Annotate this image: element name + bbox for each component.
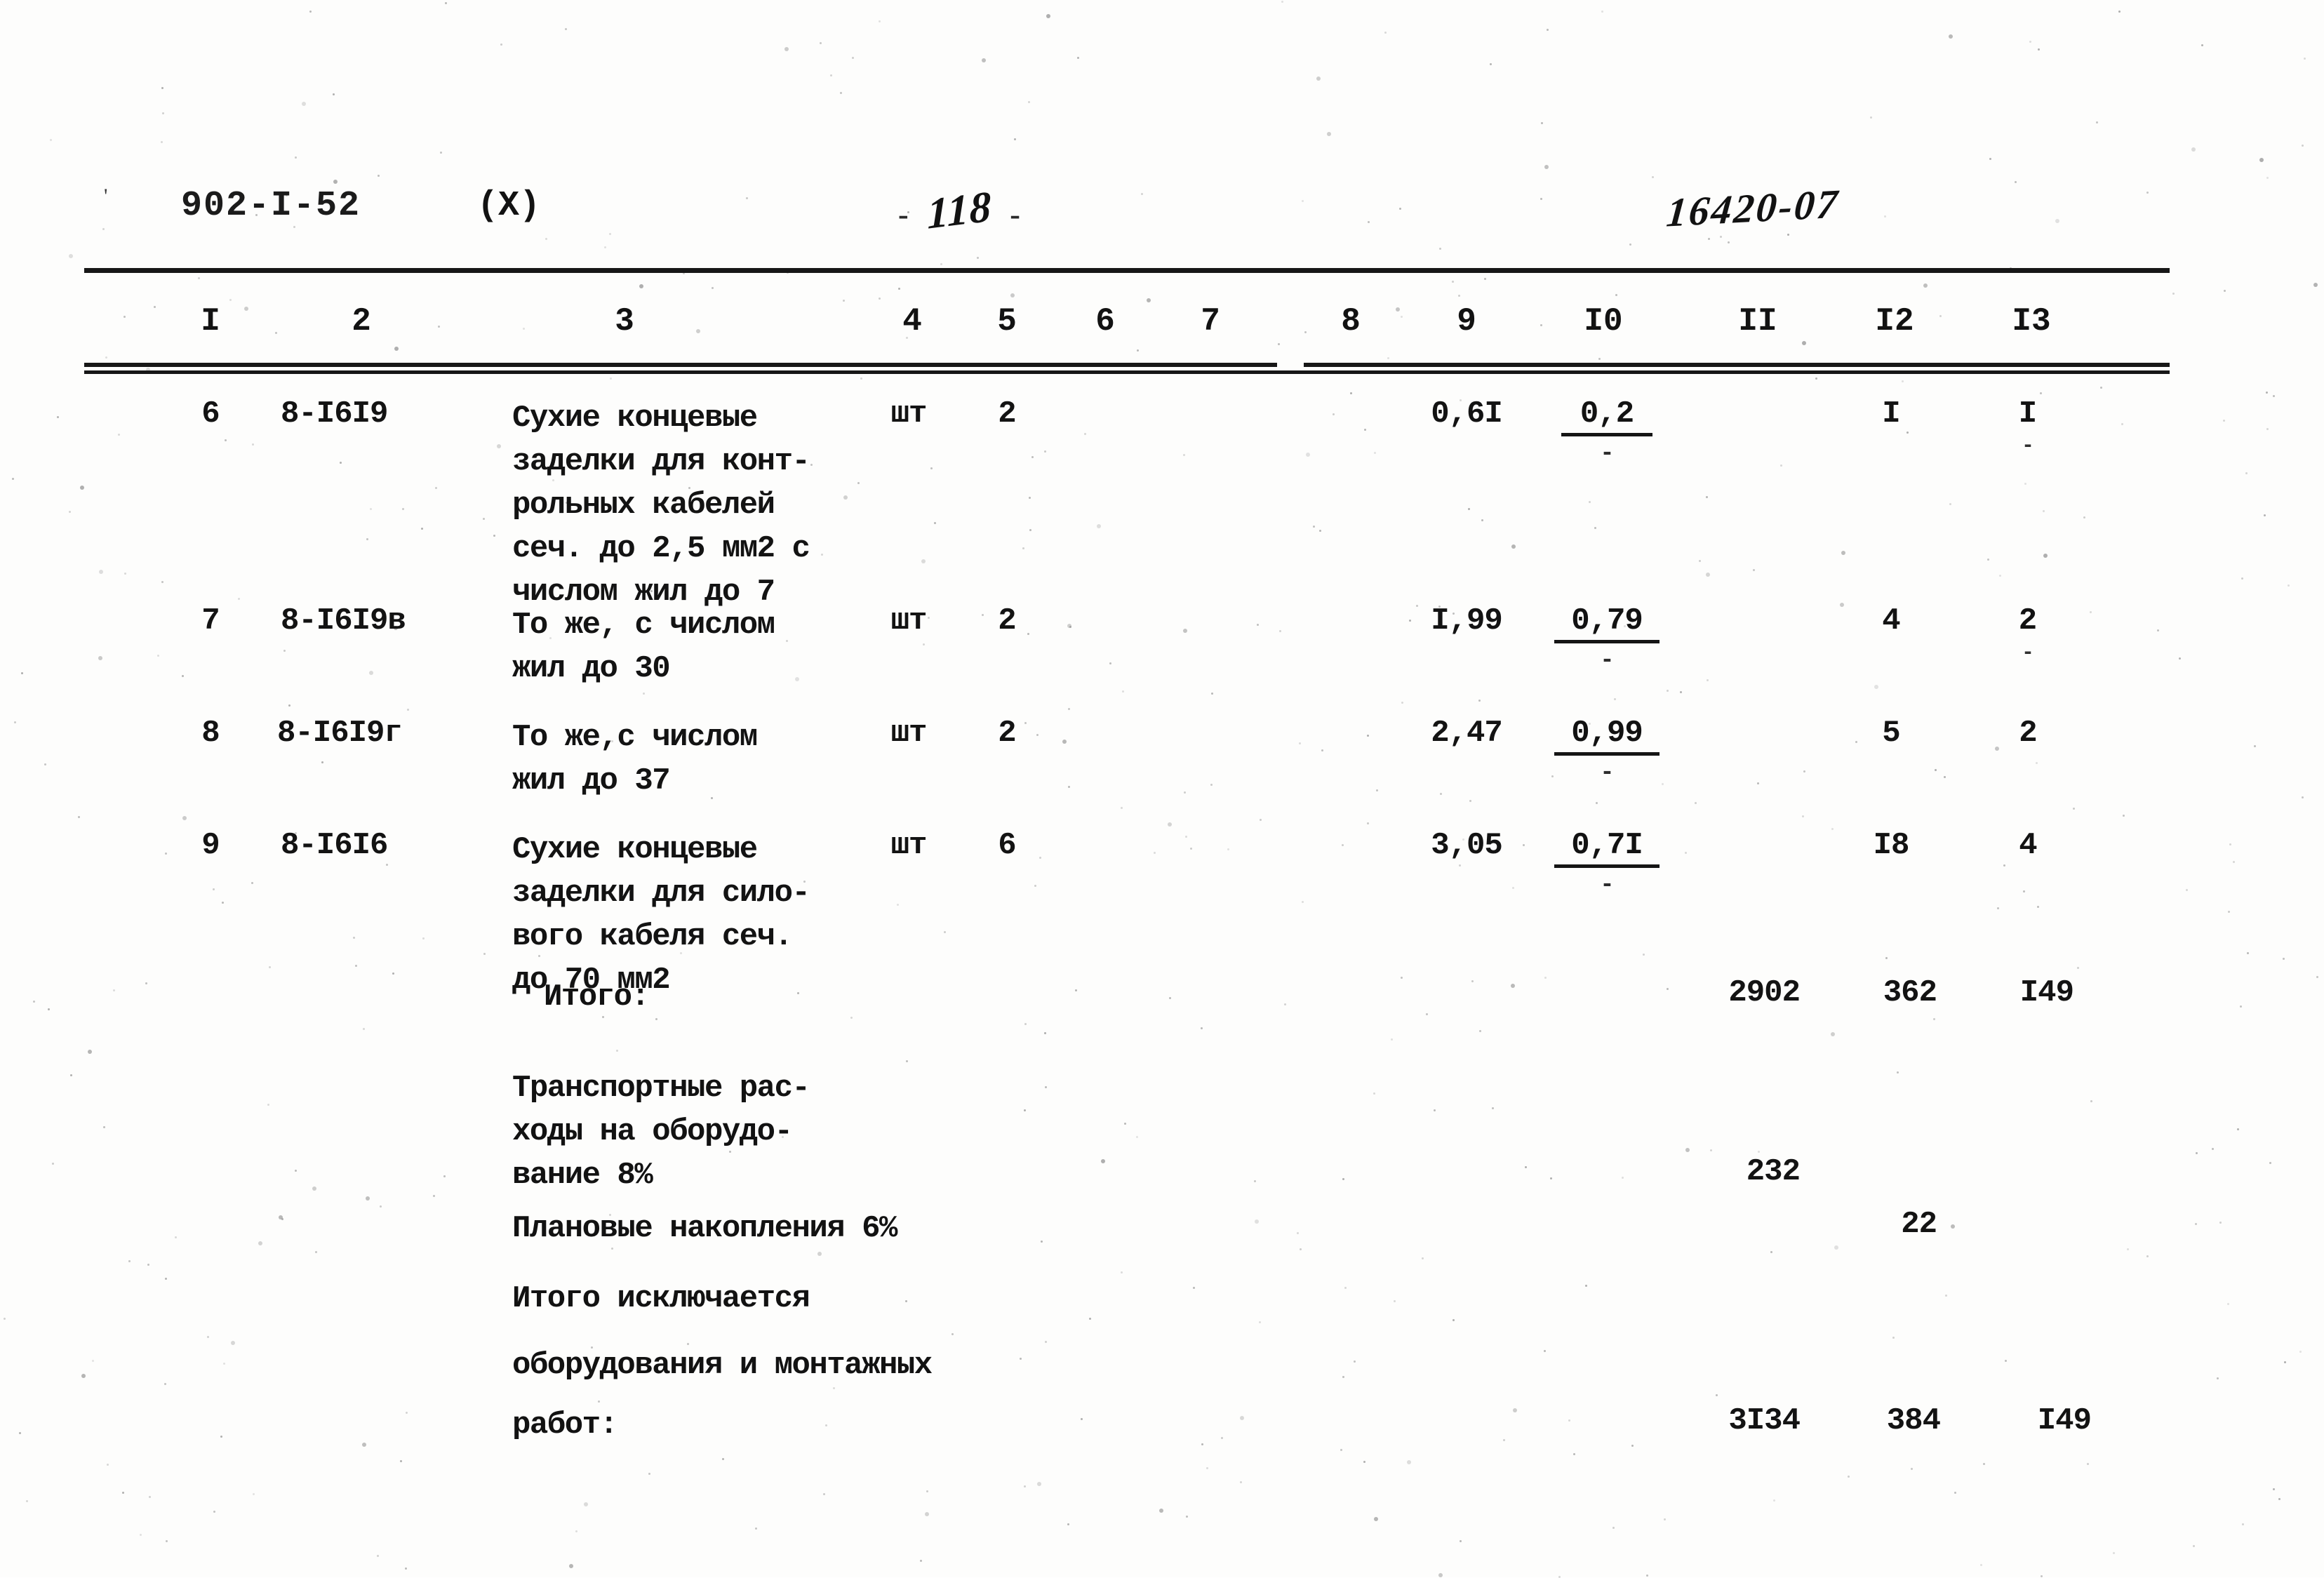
column-header-8: 8: [1341, 303, 1361, 340]
cell-value-denominator: -: [1600, 648, 1614, 674]
sheet-number: 16420-07: [1664, 180, 1842, 236]
table-row: 7: [201, 603, 220, 638]
summary-value-total-11: 2902: [1728, 975, 1801, 1010]
column-header-5: 5: [997, 303, 1017, 340]
table-row: 2: [2019, 716, 2037, 751]
table-row: 2 -: [1989, 603, 2066, 665]
table-row: 9: [201, 828, 220, 863]
cell-value-denominator: -: [2021, 434, 2034, 458]
cell-value-numerator: 0,79: [1554, 603, 1659, 643]
table-top-rule: [84, 268, 2170, 273]
table-row: 8: [201, 716, 220, 751]
table-row: 4: [1882, 603, 1900, 638]
column-header-9: 9: [1457, 303, 1476, 340]
table-row: I: [1882, 396, 1900, 432]
page-header: ' 902-I-52 (X) - 118 - 16420-07: [0, 179, 2324, 256]
table-row: I,99: [1431, 603, 1503, 638]
summary-label-excluded: Итого исключается: [512, 1281, 810, 1316]
column-header-12: I2: [1875, 303, 1914, 340]
page-number: 118: [926, 182, 992, 239]
column-header-2: 2: [352, 303, 371, 340]
summary-label-transport: Транспортные рас- ходы на оборудо- вание…: [512, 1071, 810, 1193]
column-header-6: 6: [1095, 303, 1115, 340]
table-row: То же,с числом жил до 37: [512, 720, 758, 798]
summary-label-works: работ:: [512, 1408, 618, 1443]
table-row: То же, с числом жил до 30: [512, 608, 775, 686]
table-row: 2: [998, 716, 1016, 751]
document-code: 902-I-52: [181, 186, 361, 226]
page-dash-left: -: [898, 197, 909, 232]
table-row: 6: [998, 828, 1016, 863]
cell-value-numerator: 0,7I: [1554, 828, 1659, 868]
table-row: 0,7I -: [1554, 828, 1659, 899]
header-rule-right: [1304, 363, 2170, 367]
header-rule-under: [84, 370, 2170, 374]
column-header-4: 4: [902, 303, 922, 340]
summary-label-planned: Плановые накопления 6%: [512, 1211, 897, 1246]
table-row: 4: [2019, 828, 2037, 863]
table-row: 2: [998, 396, 1016, 432]
table-row: 0,6I: [1431, 396, 1503, 432]
summary-value-total-12: 362: [1883, 975, 1937, 1010]
table-row: 2,47: [1431, 716, 1503, 751]
table-row: шт: [890, 716, 928, 751]
summary-label-equipment: оборудования и монтажных: [512, 1348, 933, 1383]
cell-value-numerator: I: [2018, 396, 2038, 432]
summary-value-works-13: I49: [2037, 1403, 2092, 1438]
table-row: 2: [998, 603, 1016, 638]
table-row: 8-I6I9: [281, 396, 388, 432]
table-row: I8: [1873, 828, 1910, 863]
summary-value-works-11: 3I34: [1728, 1403, 1801, 1438]
summary-label-total: Итого:: [544, 979, 650, 1015]
column-header-11: II: [1738, 303, 1777, 340]
table-row: 8-I6I9г: [277, 716, 403, 751]
page-number-group: - 118 -: [898, 182, 1221, 239]
cell-value-numerator: 2: [2018, 603, 2038, 638]
table-row: шт: [890, 828, 928, 863]
summary-value-planned-12: 22: [1901, 1207, 1937, 1242]
column-header-7: 7: [1201, 303, 1220, 340]
table-row: 6: [201, 396, 220, 432]
table-row: 3,05: [1431, 828, 1503, 863]
table-row: 8-I6I6: [281, 828, 388, 863]
table-row: Сухие концевые заделки для конт- рольных…: [512, 401, 810, 610]
scanned-page: ' 902-I-52 (X) - 118 - 16420-07 I 2 3 4 …: [0, 0, 2324, 1578]
column-header-10: I0: [1584, 303, 1623, 340]
summary-value-works-12: 384: [1886, 1403, 1941, 1438]
table-row: шт: [890, 396, 928, 432]
table-row: 0,2 -: [1561, 396, 1652, 467]
column-header-1: I: [201, 303, 220, 340]
table-row: 5: [1882, 716, 1900, 751]
page-dash-right: -: [1010, 197, 1020, 232]
cell-value-denominator: -: [1600, 872, 1614, 899]
summary-value-total-13: I49: [2019, 975, 2074, 1010]
table-row: шт: [890, 603, 928, 638]
margin-tick-mark: ': [104, 185, 108, 208]
cell-value-denominator: -: [2021, 641, 2034, 665]
table-row: 8-I6I9в: [281, 603, 406, 638]
cell-value-numerator: 0,2: [1561, 396, 1652, 436]
header-rule-left: [84, 363, 1277, 367]
cell-value-denominator: -: [1600, 441, 1614, 467]
summary-value-transport-11: 232: [1746, 1154, 1801, 1189]
cell-value-numerator: 0,99: [1554, 716, 1659, 756]
column-header-13: I3: [2012, 303, 2051, 340]
cell-value-denominator: -: [1600, 760, 1614, 787]
variant-label: (X): [477, 186, 541, 226]
column-header-3: 3: [615, 303, 634, 340]
table-row: 0,99 -: [1554, 716, 1659, 787]
table-row: I -: [1989, 396, 2066, 458]
table-row: 0,79 -: [1554, 603, 1659, 674]
